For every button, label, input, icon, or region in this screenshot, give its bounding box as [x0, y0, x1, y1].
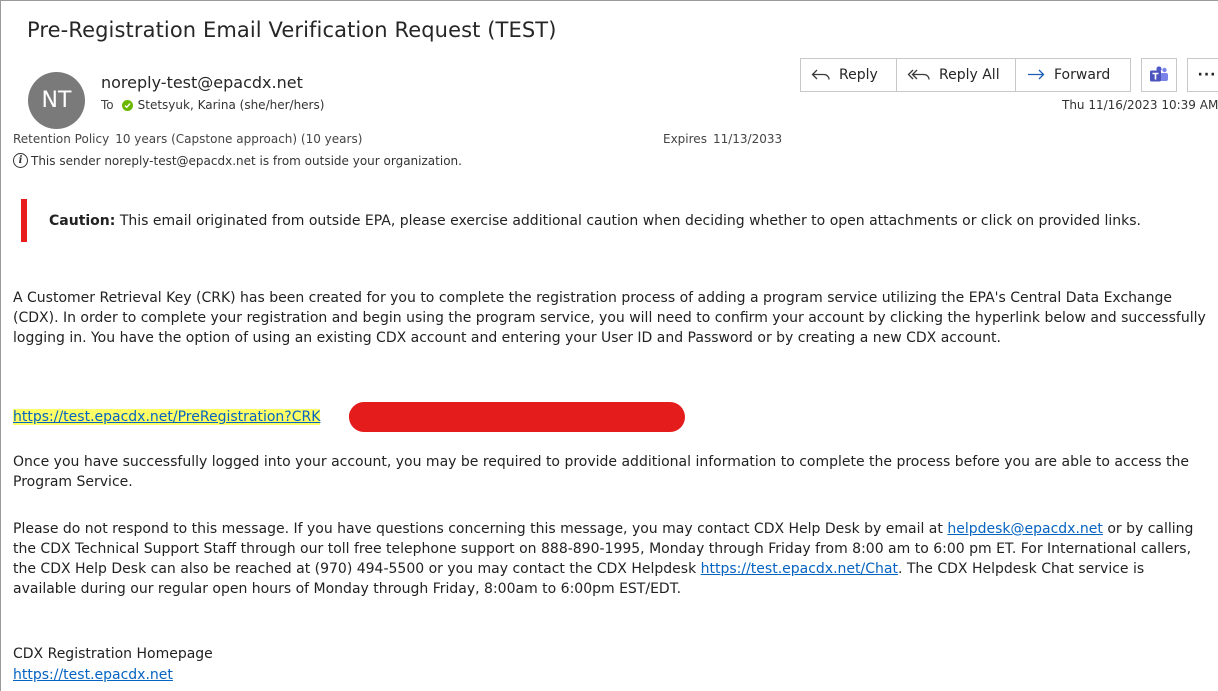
caution-banner: Caution: This email originated from outs… [49, 213, 1141, 229]
expires-label: Expires [663, 132, 707, 146]
expires-info: Expires 11/13/2033 [663, 132, 782, 146]
homepage-title: CDX Registration Homepage [13, 646, 213, 662]
window-border-top [0, 0, 1218, 1]
reply-all-icon [907, 69, 930, 80]
to-label: To [101, 98, 114, 112]
reply-icon [811, 69, 830, 80]
expires-value: 11/13/2033 [712, 132, 783, 146]
reply-label: Reply [839, 67, 878, 83]
info-icon: i [13, 153, 28, 168]
redaction-mark-tail [349, 405, 409, 427]
homepage-link-line: https://test.epacdx.net [13, 667, 173, 683]
body-paragraph-helpdesk: Please do not respond to this message. I… [13, 519, 1208, 599]
window-border-left [0, 0, 1, 691]
caution-bar [21, 199, 27, 242]
chat-link[interactable]: https://test.epacdx.net/Chat [701, 561, 898, 577]
caution-text: This email originated from outside EPA, … [115, 213, 1141, 229]
external-sender-text: This sender noreply-test@epacdx.net is f… [31, 153, 462, 168]
reply-all-button[interactable]: Reply All [896, 58, 1016, 92]
teams-button[interactable] [1141, 58, 1177, 92]
presence-available-icon [121, 99, 133, 111]
sender-address[interactable]: noreply-test@epacdx.net [101, 73, 303, 92]
body-paragraph-login: Once you have successfully logged into y… [13, 454, 1190, 490]
body-paragraph-crk: A Customer Retrieval Key (CRK) has been … [13, 290, 1206, 346]
crk-link-line: https://test.epacdx.net/PreRegistration?… [13, 407, 321, 427]
helpdesk-email-link[interactable]: helpdesk@epacdx.net [947, 521, 1103, 537]
forward-icon [1028, 69, 1045, 80]
more-actions-button[interactable]: ··· [1187, 58, 1218, 92]
teams-icon [1150, 66, 1168, 82]
forward-button[interactable]: Forward [1015, 58, 1131, 92]
crk-link[interactable]: https://test.epacdx.net/PreRegistration?… [13, 409, 321, 425]
retention-value: 10 years (Capstone approach) (10 years) [115, 132, 363, 146]
retention-label: Retention Policy [13, 132, 110, 146]
helpdesk-text-1: Please do not respond to this message. I… [13, 521, 948, 537]
avatar-initials: NT [41, 88, 72, 113]
email-subject: Pre-Registration Email Verification Requ… [27, 18, 557, 42]
reply-button[interactable]: Reply [800, 58, 897, 92]
more-actions-label: ··· [1197, 67, 1217, 83]
recipient-name[interactable]: Stetsyuk, Karina (she/her/hers) [138, 98, 325, 112]
retention-policy: Retention Policy 10 years (Capstone appro… [13, 132, 362, 146]
sent-datetime: Thu 11/16/2023 10:39 AM [1062, 98, 1218, 112]
caution-label: Caution: [49, 213, 116, 229]
sender-avatar[interactable]: NT [28, 72, 85, 129]
homepage-link[interactable]: https://test.epacdx.net [13, 667, 173, 683]
forward-label: Forward [1054, 67, 1111, 83]
recipient-line: To Stetsyuk, Karina (she/her/hers) [101, 98, 324, 112]
external-sender-notice: i This sender noreply-test@epacdx.net is… [13, 153, 462, 168]
reply-all-label: Reply All [939, 67, 1000, 83]
